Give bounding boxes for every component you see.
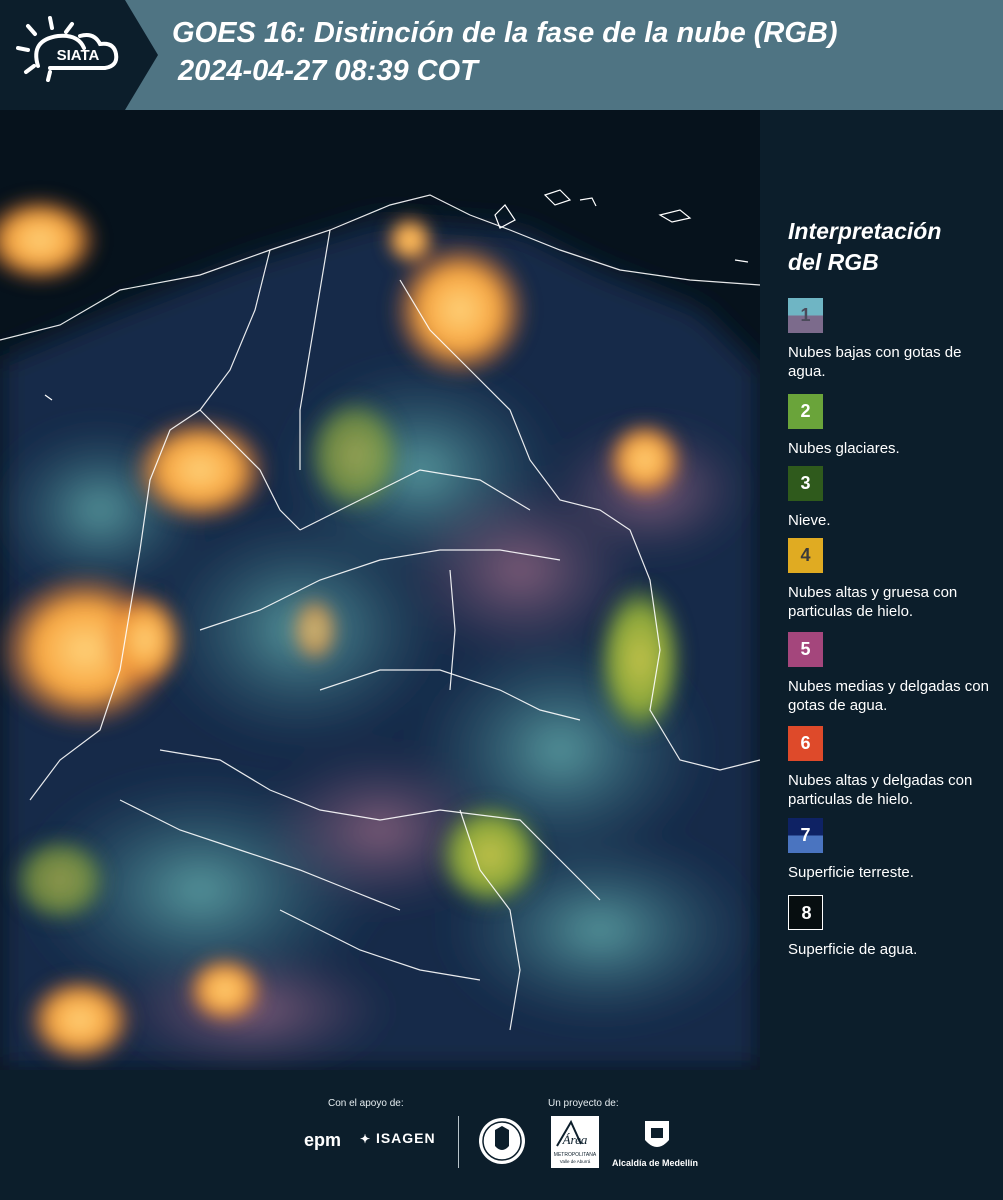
legend-title: Interpretación del RGB bbox=[788, 216, 993, 278]
page-title: GOES 16: Distinción de la fase de la nub… bbox=[172, 14, 838, 90]
epm-text: epm bbox=[304, 1130, 342, 1150]
legend-number: 6 bbox=[800, 733, 811, 753]
legend-number: 4 bbox=[800, 545, 811, 565]
legend-title-line2: del RGB bbox=[788, 249, 879, 275]
title-timestamp: 2024-04-27 08:39 COT bbox=[178, 55, 478, 87]
legend-number: 2 bbox=[800, 401, 811, 421]
isagen-logo: ✦ ISAGEN bbox=[360, 1130, 436, 1146]
legend-label: Nubes altas y gruesa con particulas de h… bbox=[788, 584, 958, 620]
title-line1: GOES 16: Distinción de la fase de la nub… bbox=[172, 17, 838, 49]
logo-text: SIATA bbox=[57, 47, 100, 64]
legend-title-line1: Interpretación bbox=[788, 218, 942, 244]
legend-number: 5 bbox=[800, 639, 811, 659]
legend-swatch: 3 bbox=[788, 466, 823, 501]
legend-swatch: 4 bbox=[788, 538, 823, 573]
legend-swatch: 6 bbox=[788, 726, 823, 761]
footer: Con el apoyo de: Un proyecto de: epm ✦ I… bbox=[0, 1070, 1003, 1200]
legend-number: 7 bbox=[800, 825, 811, 845]
legend-label: Nubes medias y delgadas con gotas de agu… bbox=[788, 678, 989, 714]
legend-panel: Interpretación del RGB bbox=[788, 216, 993, 300]
legend-label: Nieve. bbox=[788, 512, 831, 529]
legend-label: Superficie de agua. bbox=[788, 941, 918, 958]
legend-label: Nubes bajas con gotas de agua. bbox=[788, 344, 962, 380]
area-sub2-text: Valle de Aburrá bbox=[560, 1159, 591, 1164]
legend-number: 8 bbox=[801, 903, 812, 923]
seal-logo bbox=[479, 1118, 525, 1164]
footer-divider bbox=[458, 1116, 459, 1168]
legend-label: Nubes altas y delgadas con particulas de… bbox=[788, 772, 973, 808]
satellite-map bbox=[0, 110, 760, 1070]
legend-swatch: 7 bbox=[788, 818, 823, 853]
alcaldia-text: Alcaldía de Medellín bbox=[612, 1158, 699, 1168]
area-sub-text: METROPOLITANA bbox=[554, 1152, 597, 1158]
isagen-star-icon: ✦ bbox=[360, 1132, 372, 1146]
rgb-cloud-phase-image bbox=[0, 110, 760, 1070]
legend-label: Nubes glaciares. bbox=[788, 440, 900, 457]
header-bar: SIATA GOES 16: Distinción de la fase de … bbox=[0, 0, 1003, 110]
legend-label: Superficie terreste. bbox=[788, 864, 914, 881]
isagen-text: ISAGEN bbox=[375, 1130, 436, 1146]
legend-swatch: 1 bbox=[788, 298, 823, 333]
area-text: Área bbox=[562, 1132, 588, 1147]
legend-swatch: 2 bbox=[788, 394, 823, 429]
area-metropolitana-logo: Área METROPOLITANA Valle de Aburrá bbox=[551, 1116, 599, 1168]
legend-number: 1 bbox=[800, 305, 811, 325]
alcaldia-shield-icon bbox=[645, 1121, 669, 1147]
legend-swatch: 8 bbox=[788, 895, 823, 930]
epm-logo: epm bbox=[304, 1130, 341, 1151]
project-label: Un proyecto de: bbox=[548, 1098, 619, 1109]
legend-number: 3 bbox=[800, 473, 811, 493]
siata-logo: SIATA bbox=[0, 0, 158, 110]
support-label: Con el apoyo de: bbox=[328, 1098, 404, 1109]
legend-swatch: 5 bbox=[788, 632, 823, 667]
